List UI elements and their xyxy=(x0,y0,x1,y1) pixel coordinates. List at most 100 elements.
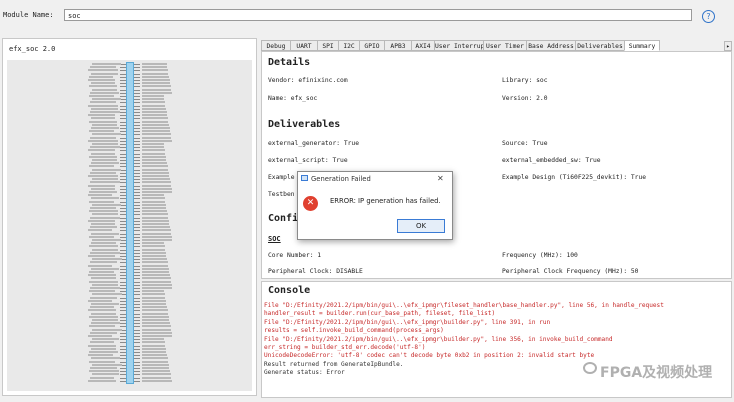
tab-user-interrupt[interactable]: User Interrupt xyxy=(434,40,484,51)
tab-gpio[interactable]: GPIO xyxy=(359,40,385,51)
pin-label xyxy=(142,331,172,334)
pin-label xyxy=(142,283,172,286)
vendor-field: Vendor: efinixinc.com xyxy=(268,77,348,84)
pin-label xyxy=(90,146,120,149)
tab-axi4[interactable]: AXI4 xyxy=(411,40,435,51)
pin-label xyxy=(91,303,119,305)
pin-label xyxy=(142,171,169,174)
pin-label xyxy=(142,101,165,104)
example-field: Example xyxy=(268,174,295,181)
details-heading: Details xyxy=(268,57,311,68)
pin-label xyxy=(142,354,167,357)
pin-label xyxy=(89,290,115,293)
pin-stub xyxy=(134,230,140,232)
tab-base-address[interactable]: Base Address xyxy=(526,40,576,51)
pin-stub xyxy=(134,233,140,235)
pin-label xyxy=(92,213,118,216)
pin-label xyxy=(142,277,171,280)
pin-stub xyxy=(134,323,140,325)
pin-label xyxy=(142,175,169,177)
pin-label xyxy=(90,181,120,184)
pin-label xyxy=(142,248,165,251)
pin-label xyxy=(92,328,122,331)
pin-stub xyxy=(134,166,140,168)
pin-label xyxy=(88,335,112,337)
external-embedded-field: external_embedded_sw: True xyxy=(502,157,601,164)
external-script-field: external_script: True xyxy=(268,157,348,164)
pin-stub xyxy=(134,272,140,273)
pin-label xyxy=(90,111,120,113)
tab-deliverables[interactable]: Deliverables xyxy=(575,40,625,51)
pin-label xyxy=(89,155,117,158)
tab-uart[interactable]: UART xyxy=(290,40,318,51)
pin-stub xyxy=(134,156,140,158)
pin-stub xyxy=(134,89,140,91)
pin-stub xyxy=(134,345,140,347)
pin-stub xyxy=(134,201,140,203)
pin-stub xyxy=(134,291,140,293)
pin-label xyxy=(89,130,114,133)
pin-stub xyxy=(134,371,140,373)
pin-stub xyxy=(134,329,140,331)
pin-label xyxy=(142,229,171,232)
pin-label xyxy=(91,107,118,110)
pin-label xyxy=(88,344,116,347)
close-icon[interactable]: ✕ xyxy=(437,174,444,183)
pin-label xyxy=(91,72,118,75)
pin-stub xyxy=(134,140,140,142)
pin-stub xyxy=(134,275,140,277)
ok-button[interactable]: OK xyxy=(397,219,445,233)
pin-label xyxy=(92,373,119,376)
pin-stub xyxy=(134,243,140,245)
pin-stub xyxy=(134,284,140,286)
pin-label xyxy=(88,219,115,222)
external-generator-field: external_generator: True xyxy=(268,140,359,147)
tab-summary[interactable]: Summary xyxy=(624,40,660,51)
name-field: Name: efx_soc xyxy=(268,95,318,102)
pin-stub xyxy=(134,147,140,149)
module-name-input[interactable]: soc xyxy=(64,9,692,21)
pin-label xyxy=(88,194,112,197)
source-field: Source: True xyxy=(502,140,548,147)
pin-label xyxy=(90,287,120,289)
pin-label xyxy=(88,139,118,142)
pin-label xyxy=(142,181,171,184)
pin-label xyxy=(92,203,121,206)
pin-label xyxy=(142,315,169,318)
pin-label xyxy=(142,98,164,101)
tab-user-timer[interactable]: User Timer xyxy=(483,40,527,51)
pin-label xyxy=(142,104,165,107)
pin-stub xyxy=(134,195,140,197)
tab-spi[interactable]: SPI xyxy=(317,40,339,51)
console-line: File "D:/Efinity/2021.2/ipm/bin/gui\..\e… xyxy=(264,318,551,326)
pin-stub xyxy=(134,268,140,270)
pin-label xyxy=(142,203,166,206)
chevron-right-icon[interactable]: ▸ xyxy=(724,41,732,51)
pin-label xyxy=(142,338,164,341)
soc-block[interactable] xyxy=(126,62,134,384)
pin-stub xyxy=(134,377,140,379)
pin-label xyxy=(142,127,170,129)
pin-label xyxy=(88,104,118,107)
pin-label xyxy=(90,216,120,219)
tab-i2c[interactable]: I2C xyxy=(338,40,360,51)
console-line: UnicodeDecodeError: 'utf-8' codec can't … xyxy=(264,352,595,360)
tab-debug[interactable]: Debug xyxy=(261,40,291,51)
pin-label xyxy=(142,357,168,360)
help-icon[interactable]: ? xyxy=(702,10,715,23)
pin-label xyxy=(142,287,172,289)
pin-label xyxy=(142,223,169,225)
pin-label xyxy=(142,322,170,325)
pin-stub xyxy=(134,256,140,257)
pin-label xyxy=(92,338,119,341)
peripheral-clock-frequency-field: Peripheral Clock Frequency (MHz): 50 xyxy=(502,268,639,275)
pin-label xyxy=(89,245,118,248)
console-line: File "D:/Efinity/2021.2/ipm/bin/gui\..\e… xyxy=(264,302,664,309)
pin-label xyxy=(142,187,172,190)
pin-label xyxy=(142,95,164,97)
pin-label xyxy=(90,261,117,264)
pin-stub xyxy=(134,131,140,133)
tab-apb3[interactable]: APB3 xyxy=(384,40,412,51)
pin-label xyxy=(142,303,166,305)
pin-stub xyxy=(134,313,140,315)
